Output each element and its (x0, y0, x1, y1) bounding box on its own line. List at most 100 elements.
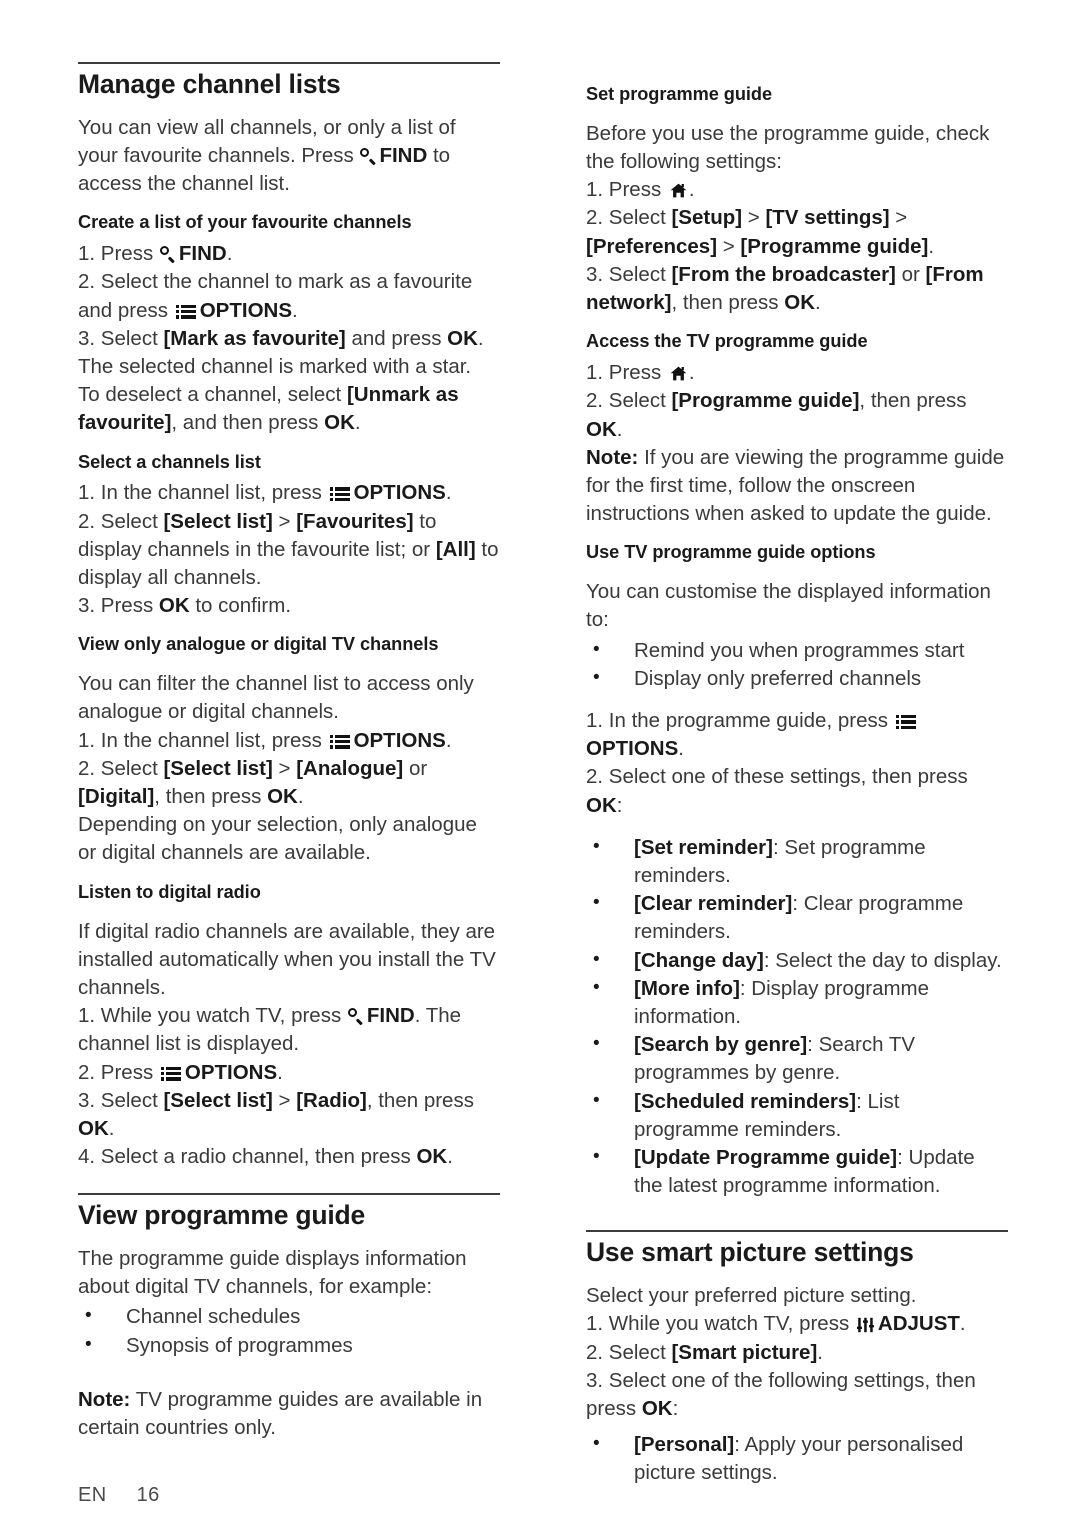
chevron-separator: > (272, 1088, 297, 1112)
step-2-suffix: . (292, 298, 298, 322)
step-3-suffix: : (672, 1396, 679, 1420)
list-item: [Personal]: Apply your personalised pict… (586, 1430, 1008, 1487)
step-2-text: 2. Select (586, 206, 672, 230)
step-4-suffix: . (447, 1145, 453, 1169)
access-note: Note: If you are viewing the programme g… (586, 444, 1008, 529)
page-footer: EN 16 (78, 1484, 160, 1507)
step-1: 1. Press FIND. (78, 240, 500, 268)
step-1-text: 1. Press (586, 361, 667, 385)
step-1: 1. While you watch TV, press FIND. The c… (78, 1002, 500, 1058)
find-label: FIND (178, 242, 227, 266)
heading-set-programme-guide: Set programme guide (586, 84, 773, 104)
heading-use-tv-programme-guide-options: Use TV programme guide options (586, 542, 876, 563)
filter-intro: You can filter the channel list to acces… (78, 672, 474, 724)
list-item: Display only preferred channels (586, 664, 1008, 693)
step-2: 2. Select [Select list] > [Favourites] t… (78, 508, 500, 593)
option-term: [Personal] (634, 1433, 735, 1457)
find-label: FIND (379, 143, 428, 167)
heading-access-tv-programme-guide: Access the TV programme guide (586, 331, 868, 352)
home-icon (670, 183, 687, 198)
menu-all: [All] (435, 537, 476, 561)
options-list-icon (329, 486, 350, 502)
home-icon (670, 366, 687, 381)
ok-label: OK (586, 417, 617, 441)
step-1-text: 1. In the channel list, press (78, 481, 328, 505)
step-2-suffix: . (817, 1340, 823, 1364)
search-icon (360, 147, 376, 165)
guide-options-list: [Set reminder]: Set programme reminders.… (586, 833, 1008, 1201)
option-term: [Change day] (634, 948, 764, 972)
step-1: 1. While you watch TV, press ADJUST. (586, 1310, 1008, 1338)
chevron-separator: > (272, 509, 297, 533)
menu-select-list: [Select list] (163, 756, 273, 780)
options-list-icon (329, 734, 350, 750)
step-3-text: 3. Select (78, 1088, 164, 1112)
ok-label: OK (158, 594, 190, 618)
options-label: OPTIONS (353, 481, 446, 505)
menu-preferences: [Preferences] (586, 234, 718, 258)
step-2-text: 2. Select (78, 509, 164, 533)
step-1-suffix: . (226, 242, 233, 266)
step-1: 1. In the programme guide, press OPTIONS… (586, 707, 1008, 763)
step-1-suffix: . (688, 178, 695, 202)
filter-outro: Depending on your selection, only analog… (78, 813, 477, 865)
menu-radio: [Radio] (296, 1088, 367, 1112)
ok-label: OK (641, 1396, 673, 1420)
deselect-text-a: To deselect a channel, select (78, 383, 347, 407)
step-3: 3. Select [Select list] > [Radio], then … (78, 1087, 500, 1143)
options-label: OPTIONS (353, 728, 446, 752)
ok-label: OK (267, 785, 298, 809)
list-item: [Set reminder]: Set programme reminders. (586, 833, 1008, 890)
heading-view-analogue-digital: View only analogue or digital TV channel… (78, 634, 439, 655)
section-divider (78, 62, 500, 64)
step-1-suffix: . (688, 361, 695, 385)
step-2: 2. Select one of these settings, then pr… (586, 763, 1008, 819)
menu-tv-settings: [TV settings] (765, 206, 890, 230)
menu-programme-guide: [Programme guide] (671, 389, 860, 413)
option-term: [Set reminder] (634, 835, 773, 859)
heading-select-channels-list: Select a channels list (78, 451, 261, 472)
step-3: 3. Select [Mark as favourite] and press … (78, 325, 500, 353)
chevron-separator: > (717, 234, 741, 258)
options-label: OPTIONS (199, 298, 292, 322)
menu-favourites: [Favourites] (296, 509, 414, 533)
list-item: Remind you when programmes start (586, 636, 1008, 665)
list-item: Channel schedules (78, 1302, 500, 1331)
heading-create-favourites: Create a list of your favourite channels (78, 212, 412, 233)
step-3-text: 3. Select (78, 326, 164, 350)
list-item: [Update Programme guide]: Update the lat… (586, 1143, 1008, 1200)
deselect-paragraph: To deselect a channel, select [Unmark as… (78, 381, 500, 437)
step-1-text: 1. Press (78, 242, 159, 266)
step-2-suffix: : (616, 793, 623, 817)
step-3: 3. Select [From the broadcaster] or [Fro… (586, 261, 1008, 317)
guide-feature-list: Channel schedules Synopsis of programmes (78, 1302, 500, 1359)
step-3-suffix: . (815, 291, 821, 315)
ok-label: OK (416, 1145, 448, 1169)
step-4: 4. Select a radio channel, then press OK… (78, 1143, 500, 1171)
radio-intro: If digital radio channels are available,… (78, 919, 496, 999)
step-3: 3. Press OK to confirm. (78, 592, 500, 620)
smart-picture-options-list: [Personal]: Apply your personalised pict… (586, 1430, 1008, 1487)
step-2-suffix: . (928, 234, 935, 258)
intro-paragraph: You can view all channels, or only a lis… (78, 114, 500, 199)
smart-picture-intro: Select your preferred picture setting. (586, 1284, 917, 1308)
note-text: If you are viewing the programme guide f… (586, 445, 1005, 526)
note-label: Note: (586, 445, 639, 469)
page-title: Manage channel lists (78, 69, 341, 99)
step-1: 1. Press . (586, 176, 1008, 204)
guide-intro: The programme guide displays information… (78, 1247, 467, 1299)
menu-analogue: [Analogue] (296, 756, 404, 780)
option-term: [More info] (634, 976, 740, 1000)
step-2-text: 2. Press (78, 1060, 159, 1084)
step-3-mid: , then press (366, 1088, 474, 1112)
left-column: Manage channel lists You can view all ch… (78, 62, 500, 1442)
section-divider (78, 1193, 500, 1196)
guide-note: Note: TV programme guides are available … (78, 1386, 500, 1442)
section-title-use-smart-picture-settings: Use smart picture settings (586, 1237, 914, 1268)
chevron-separator: > (272, 756, 297, 780)
section-title-view-programme-guide: View programme guide (78, 1200, 366, 1231)
setguide-intro: Before you use the programme guide, chec… (586, 121, 990, 174)
step-1-text: 1. In the channel list, press (78, 728, 328, 752)
menu-setup: [Setup] (671, 206, 743, 230)
step-4-text: 4. Select a radio channel, then press (78, 1145, 417, 1169)
